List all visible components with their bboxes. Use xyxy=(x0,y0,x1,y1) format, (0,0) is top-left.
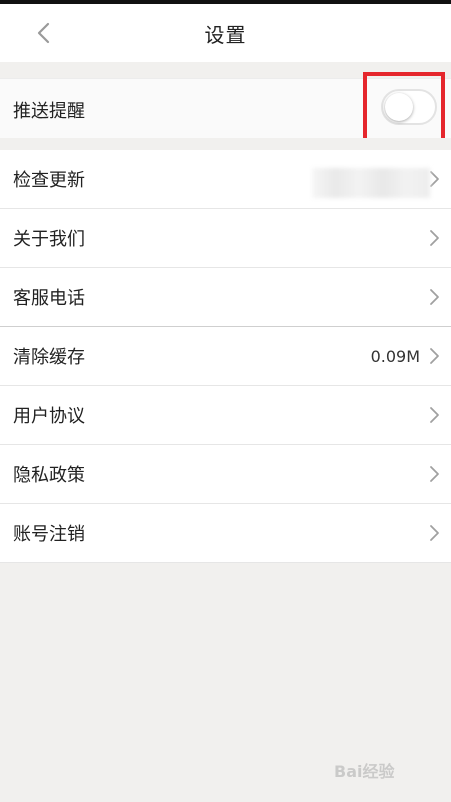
row-label: 关于我们 xyxy=(13,229,85,250)
back-button[interactable] xyxy=(26,16,60,50)
app-header: 设置 xyxy=(0,4,451,62)
row-label: 客服电话 xyxy=(13,288,85,309)
settings-row-customer-service[interactable]: 客服电话 xyxy=(0,268,451,327)
push-reminder-label: 推送提醒 xyxy=(13,101,85,122)
row-label: 隐私政策 xyxy=(13,465,85,486)
settings-row-clear-cache[interactable]: 清除缓存 0.09M xyxy=(0,327,451,386)
watermark-text: Bai经验 xyxy=(334,762,395,781)
chevron-right-icon xyxy=(430,348,439,364)
chevron-right-icon xyxy=(430,525,439,541)
row-label: 检查更新 xyxy=(13,170,85,191)
chevron-right-icon xyxy=(430,407,439,423)
chevron-right-icon xyxy=(430,230,439,246)
chevron-left-icon xyxy=(37,22,50,44)
chevron-right-icon xyxy=(430,289,439,305)
settings-row-user-agreement[interactable]: 用户协议 xyxy=(0,386,451,445)
row-label: 用户协议 xyxy=(13,406,85,427)
page-title: 设置 xyxy=(204,22,247,47)
baidu-jingyan-watermark: Bai经验 xyxy=(334,748,444,792)
settings-row-account-cancellation[interactable]: 账号注销 xyxy=(0,504,451,563)
push-reminder-toggle[interactable] xyxy=(381,89,437,125)
section-divider xyxy=(0,138,451,150)
settings-row-about-us[interactable]: 关于我们 xyxy=(0,209,451,268)
toggle-knob xyxy=(385,93,413,121)
blurred-version-area xyxy=(312,168,430,198)
chevron-right-icon xyxy=(430,171,439,187)
cache-size-value: 0.09M xyxy=(370,346,420,366)
settings-row-privacy-policy[interactable]: 隐私政策 xyxy=(0,445,451,504)
row-label: 清除缓存 xyxy=(13,347,85,368)
chevron-right-icon xyxy=(430,466,439,482)
row-label: 账号注销 xyxy=(13,524,85,545)
